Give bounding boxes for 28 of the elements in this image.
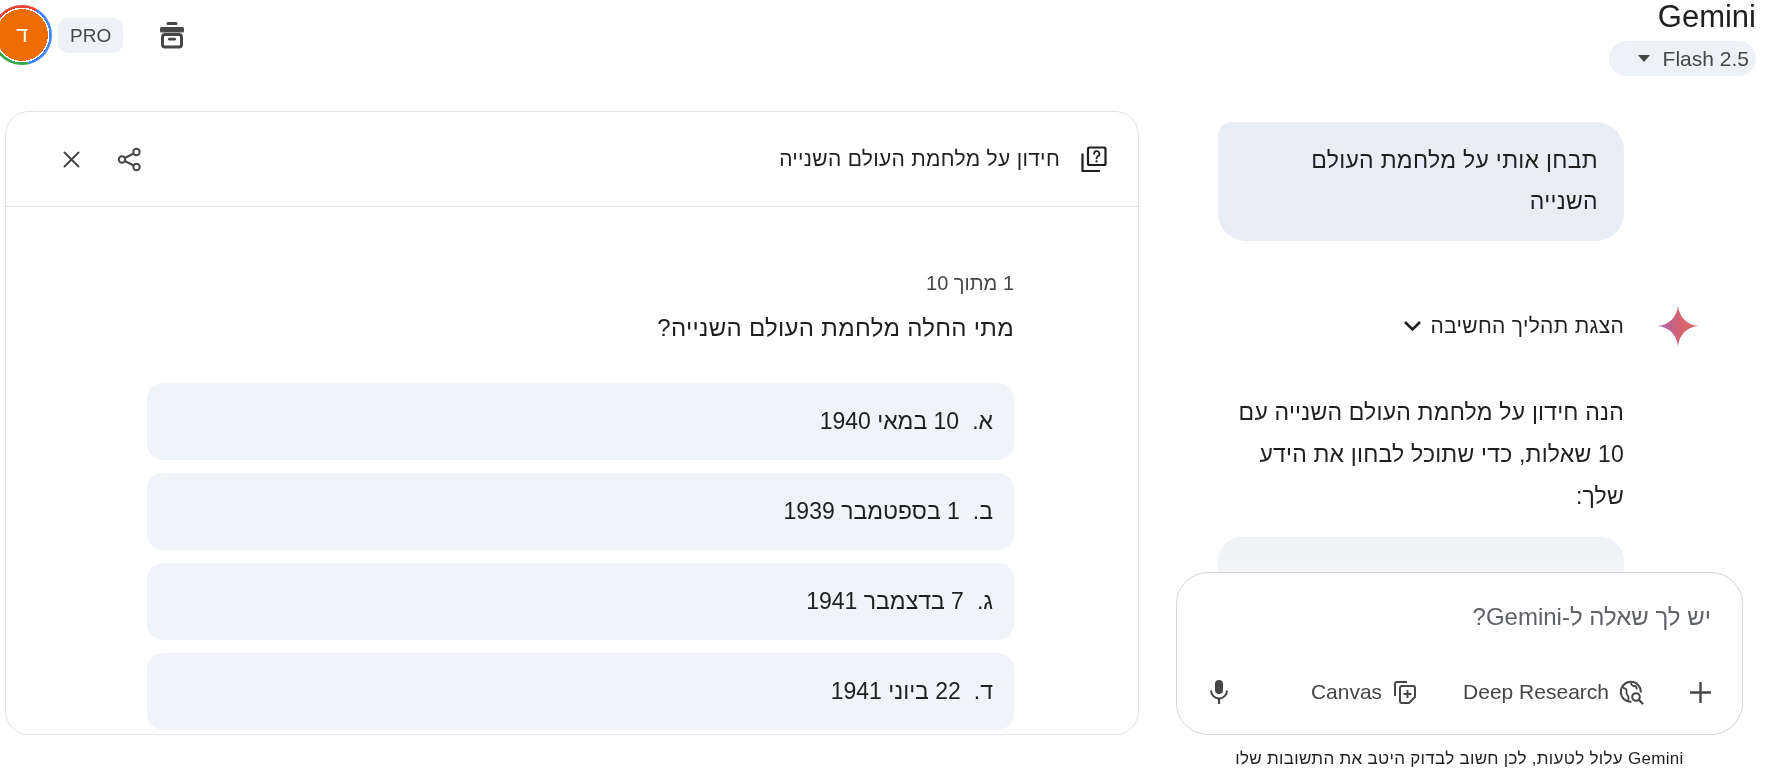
- answer-option[interactable]: א. 10 במאי 1940: [147, 383, 1014, 460]
- close-icon: [62, 150, 80, 168]
- response-text: הנה חידון על מלחמת העולם השנייה עם 10 שאלות, כדי שתוכל לבחון את הידע שלך:: [1237, 398, 1624, 511]
- plan-badge: PRO: [58, 17, 124, 53]
- answer-option[interactable]: ג. 7 בדצמבר 1941: [147, 563, 1014, 640]
- mic-icon: [1209, 680, 1229, 704]
- chevron-down-icon: [1402, 320, 1422, 332]
- question-counter: 1 מתוך 10: [925, 271, 1014, 295]
- archive-icon: [158, 21, 187, 49]
- sparkle-icon: [1658, 306, 1698, 346]
- quiz-title: חידון על מלחמת העולם השנייה: [779, 147, 1060, 171]
- answer-option[interactable]: ב. 1 בספטמבר 1939: [147, 473, 1014, 550]
- share-icon: [116, 146, 142, 172]
- page-plus-icon: [1392, 679, 1418, 705]
- deep-research-button[interactable]: Deep Research: [1451, 670, 1656, 714]
- prompt-input[interactable]: יש לך שאלה ל-Gemini?: [1197, 601, 1722, 633]
- globe-search-icon: [1619, 679, 1644, 705]
- answer-option[interactable]: ד. 22 ביוני 1941: [147, 653, 1014, 730]
- app-title: Gemini: [1657, 0, 1756, 34]
- thinking-toggle[interactable]: הצגת תהליך החשיבה: [1402, 314, 1624, 338]
- user-message: תבחן אותי על מלחמת העולם השנייה: [1218, 122, 1624, 241]
- model-selector[interactable]: Flash 2.5: [1608, 41, 1756, 76]
- canvas-button[interactable]: Canvas: [1298, 670, 1430, 714]
- question-text: מתי החלה מלחמת העולם השנייה?: [656, 313, 1014, 343]
- caret-down-icon: [1637, 55, 1650, 62]
- question-card-icon: [1080, 145, 1107, 173]
- disclaimer-text: Gemini עלול לטעות, לכן חשוב לבדוק היטב את התשובות שלו: [1234, 749, 1685, 770]
- plus-icon: [1688, 680, 1712, 704]
